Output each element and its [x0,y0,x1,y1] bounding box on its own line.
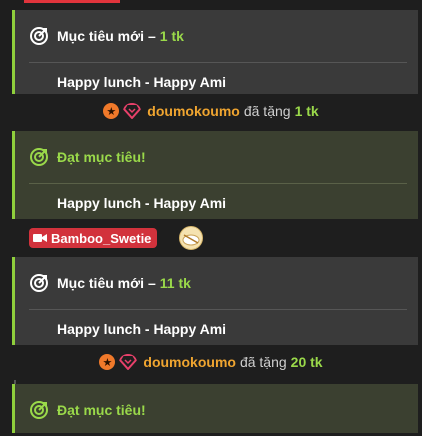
goal-card-header: Đạt mục tiêu! [29,131,407,184]
goal-card-header: Mục tiêu mới – 1 tk [29,10,407,63]
goal-card-achieved: Đạt mục tiêu! [12,384,418,433]
goal-card-new: Mục tiêu mới – 1 tk Happy lunch - Happy … [12,10,418,94]
goal-card-achieved: Đạt mục tiêu! Happy lunch - Happy Ami [12,131,418,219]
goal-description: Happy lunch - Happy Ami [57,74,227,90]
goal-separator: – [147,28,156,44]
goal-amount: 11 tk [159,275,191,291]
gift-message: ★ doumokoumo đã tặng 1 tk [0,94,422,128]
gift-amount: 20 tk [290,354,323,370]
rice-bowl-avatar-icon [182,234,200,246]
streamer-tag[interactable]: Bamboo_Swetie [29,228,158,248]
gift-amount: 1 tk [294,103,319,119]
star-badge-icon: ★ [99,354,116,370]
heart-diamond-badge-icon [119,354,138,370]
goal-description: Happy lunch - Happy Ami [57,195,227,211]
goal-title: Mục tiêu mới [57,275,144,291]
target-icon [30,274,48,292]
gift-username[interactable]: doumokoumo [147,103,240,119]
gift-verb: đã tặng [243,103,291,119]
gift-username[interactable]: doumokoumo [143,354,236,370]
streamer-row: Bamboo_Swetie [0,224,422,252]
target-icon [30,27,48,45]
goal-card-header: Đạt mục tiêu! [29,384,407,436]
target-icon [30,148,48,166]
goal-title: Mục tiêu mới [57,28,144,44]
gift-message: ★ doumokoumo đã tặng 20 tk [0,345,422,379]
goal-card-new: Mục tiêu mới – 11 tk Happy lunch - Happy… [12,257,418,345]
goal-separator: – [147,275,156,291]
goal-card-header: Mục tiêu mới – 11 tk [29,257,407,310]
video-camera-icon [33,234,47,242]
target-icon [30,401,48,419]
streamer-name: Bamboo_Swetie [51,230,152,246]
goal-title: Đạt mục tiêu! [57,402,146,418]
goal-description: Happy lunch - Happy Ami [57,321,227,337]
heart-diamond-badge-icon [123,103,142,119]
goal-amount: 1 tk [159,28,184,44]
star-badge-icon: ★ [103,103,120,119]
active-tab-indicator [24,0,120,3]
goal-title: Đạt mục tiêu! [57,149,146,165]
streamer-avatar[interactable] [179,226,203,250]
gift-verb: đã tặng [239,354,287,370]
